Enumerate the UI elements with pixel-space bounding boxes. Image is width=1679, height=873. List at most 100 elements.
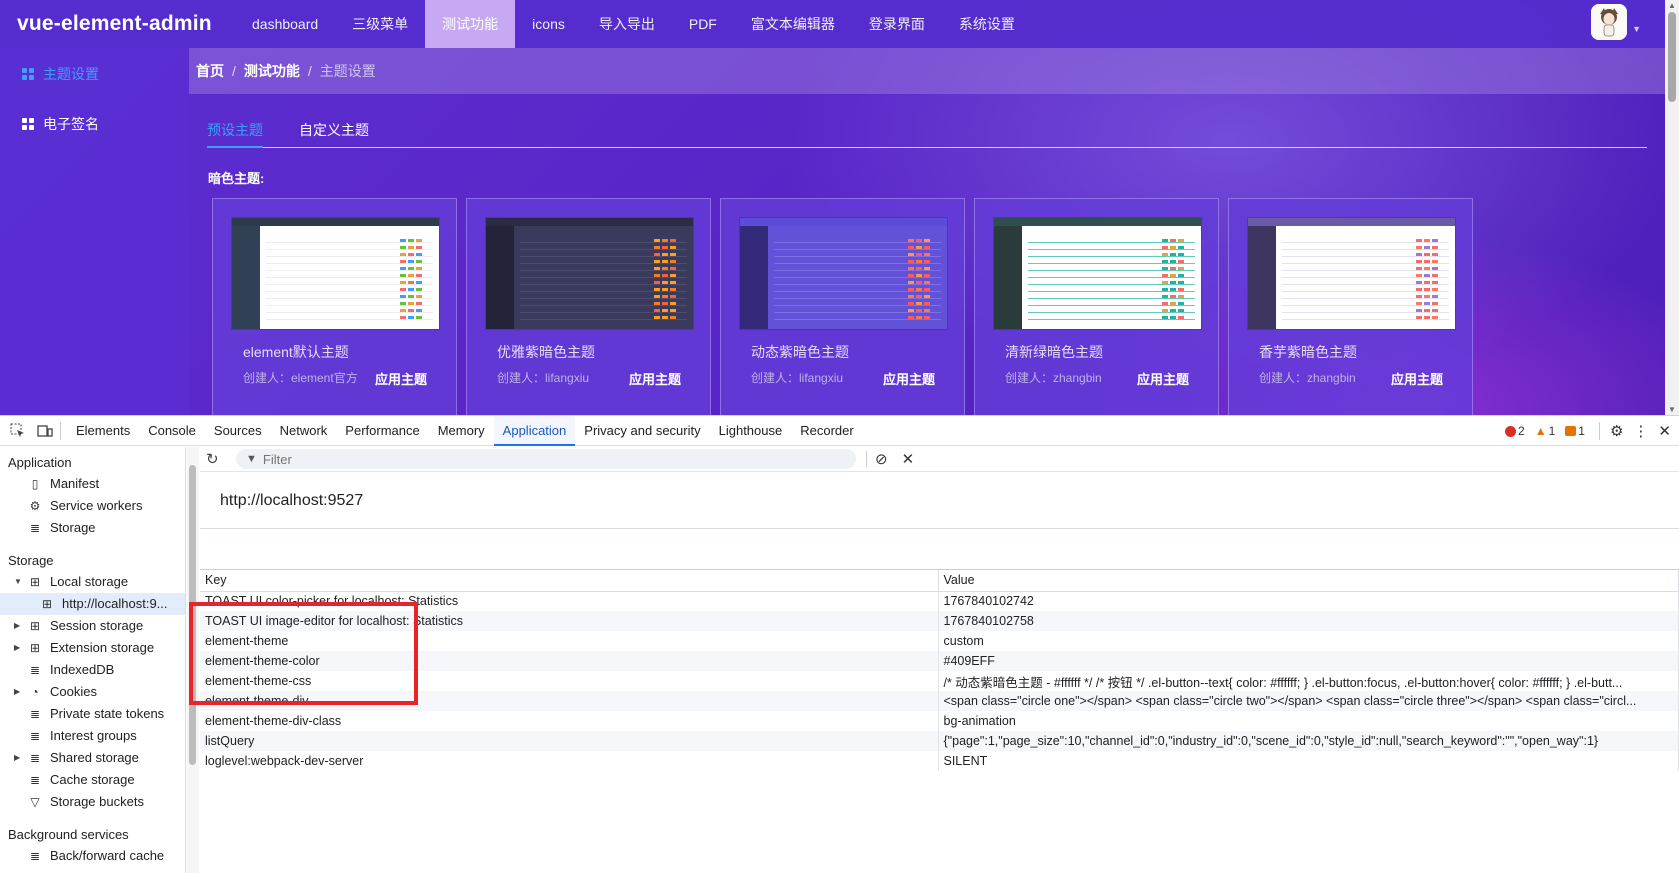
menu-item[interactable]: 导入导出 [582, 0, 672, 48]
expand-down-icon[interactable]: ▼ [14, 571, 22, 593]
gear-icon[interactable]: ⚙ [1610, 422, 1623, 440]
devtools-tab[interactable]: Sources [205, 416, 271, 446]
row-value[interactable]: {"page":1,"page_size":10,"channel_id":0,… [938, 731, 1679, 751]
sidebar-item[interactable]: ≣ Back/forward cache [0, 845, 185, 867]
more-options-icon[interactable]: ⋮ [1633, 422, 1648, 440]
refresh-icon[interactable]: ↻ [206, 450, 228, 468]
table-row[interactable]: element-theme custom [200, 631, 1679, 651]
menu-item[interactable]: PDF [672, 0, 734, 48]
delete-selected-icon[interactable]: ✕ [902, 450, 915, 468]
row-key[interactable]: element-theme-color [200, 651, 939, 671]
close-icon[interactable]: ✕ [1658, 422, 1671, 440]
table-row[interactable]: element-theme-div <span class="circle one… [200, 691, 1679, 711]
sidebar-item[interactable]: ▶ ⊞ Extension storage [0, 637, 185, 659]
clear-all-icon[interactable]: ⊘ [875, 450, 888, 468]
table-row[interactable]: loglevel:webpack-dev-server SILENT [200, 751, 1679, 771]
app-logo[interactable]: vue-element-admin [0, 12, 235, 36]
apply-theme-button[interactable]: 应用主题 [375, 369, 427, 388]
row-key[interactable]: TOAST UI image-editor for localhost: Sta… [200, 611, 939, 631]
sidebar-item[interactable]: ▯ Manifest [0, 473, 185, 495]
row-value[interactable]: bg-animation [938, 711, 1679, 731]
page-scrollbar[interactable]: ▲ ▼ [1665, 0, 1679, 415]
devtools-tab[interactable]: Application [493, 415, 576, 446]
sidebar-item[interactable]: ▶ ◔ Cookies [0, 681, 185, 703]
column-header-key[interactable]: Key [200, 570, 939, 592]
row-value[interactable]: #409EFF [938, 651, 1679, 671]
devtools-tab[interactable]: Performance [336, 416, 428, 446]
apply-theme-button[interactable]: 应用主题 [629, 369, 681, 388]
sidebar-item[interactable]: ▶ ≣ Shared storage [0, 747, 185, 769]
row-value[interactable]: 1767840102742 [938, 591, 1679, 611]
menu-item[interactable]: 登录界面 [852, 0, 942, 48]
expand-right-icon[interactable]: ▶ [14, 615, 20, 637]
error-count-badge[interactable]: 2 [1505, 424, 1525, 438]
device-toolbar-icon[interactable] [34, 420, 56, 442]
sidebar-item[interactable]: ≣ Storage [0, 517, 185, 539]
avatar[interactable] [1591, 4, 1627, 40]
filter-box[interactable]: ▼ [236, 449, 856, 469]
warning-count-badge[interactable]: ▲ 1 [1535, 424, 1556, 438]
scroll-up-icon[interactable]: ▲ [1668, 1, 1676, 10]
apply-theme-button[interactable]: 应用主题 [1137, 369, 1189, 388]
sidebar-item[interactable]: 主题设置 [0, 49, 189, 99]
devtools-tab[interactable]: Recorder [791, 416, 862, 446]
devtools-tab[interactable]: Memory [429, 416, 494, 446]
sidebar-item[interactable]: ≣ Cache storage [0, 769, 185, 791]
apply-theme-button[interactable]: 应用主题 [1391, 369, 1443, 388]
row-key[interactable]: element-theme [200, 631, 939, 651]
tab-theme[interactable]: 自定义主题 [299, 110, 369, 148]
row-value[interactable]: 1767840102758 [938, 611, 1679, 631]
sidebar-item[interactable]: ≣ Interest groups [0, 725, 185, 747]
filter-input[interactable] [262, 451, 823, 467]
breadcrumb-item[interactable]: 首页 [196, 61, 224, 81]
table-row[interactable]: TOAST UI color-picker for localhost: Sta… [200, 591, 1679, 611]
row-key[interactable]: TOAST UI color-picker for localhost: Sta… [200, 591, 939, 611]
sidebar-item[interactable]: ⊞ http://localhost:9... [0, 593, 185, 615]
sidebar-item[interactable]: ≣ Private state tokens [0, 703, 185, 725]
menu-item[interactable]: icons [515, 0, 582, 48]
expand-right-icon[interactable]: ▶ [14, 747, 20, 769]
menu-item[interactable]: dashboard [235, 0, 335, 48]
row-value[interactable]: /* 动态紫暗色主题 - #ffffff */ /* 按钮 */ .el-but… [938, 671, 1679, 691]
chevron-down-icon[interactable]: ▼ [1632, 24, 1641, 34]
sidebar-item[interactable]: ▶ ⊞ Session storage [0, 615, 185, 637]
menu-item[interactable]: 系统设置 [942, 0, 1032, 48]
tab-theme[interactable]: 预设主题 [207, 110, 263, 148]
apply-theme-button[interactable]: 应用主题 [883, 369, 935, 388]
issue-count-badge[interactable]: 1 [1565, 424, 1585, 438]
row-value[interactable]: <span class="circle one"></span> <span c… [938, 691, 1679, 711]
breadcrumb-item[interactable]: 测试功能 [244, 61, 300, 81]
menu-item[interactable]: 三级菜单 [335, 0, 425, 48]
row-key[interactable]: element-theme-css [200, 671, 939, 691]
row-key[interactable]: element-theme-div-class [200, 711, 939, 731]
sidebar-item[interactable]: ≣ IndexedDB [0, 659, 185, 681]
row-key[interactable]: listQuery [200, 731, 939, 751]
scroll-down-icon[interactable]: ▼ [1668, 405, 1676, 414]
sidebar-item[interactable]: ▽ Storage buckets [0, 791, 185, 813]
devtools-tab[interactable]: Console [139, 416, 205, 446]
column-header-value[interactable]: Value [938, 570, 1679, 592]
row-value[interactable]: SILENT [938, 751, 1679, 771]
devtools-tab[interactable]: Network [271, 416, 337, 446]
scrollbar-thumb[interactable] [189, 465, 196, 765]
table-row[interactable]: element-theme-css/* 动态紫暗色主题 - #ffffff */… [200, 671, 1679, 691]
menu-item[interactable]: 富文本编辑器 [734, 0, 852, 48]
scrollbar-thumb[interactable] [1668, 12, 1676, 102]
row-value[interactable]: custom [938, 631, 1679, 651]
expand-right-icon[interactable]: ▶ [14, 637, 20, 659]
table-row[interactable]: element-theme-color #409EFF [200, 651, 1679, 671]
sidebar-item[interactable]: ⚙ Service workers [0, 495, 185, 517]
devtools-tab[interactable]: Lighthouse [710, 416, 792, 446]
sidebar-item[interactable]: 电子签名 [0, 99, 189, 149]
devtools-tab[interactable]: Privacy and security [575, 416, 709, 446]
devtools-tab[interactable]: Elements [67, 416, 139, 446]
expand-right-icon[interactable]: ▶ [14, 681, 20, 703]
row-key[interactable]: loglevel:webpack-dev-server [200, 751, 939, 771]
inspect-element-icon[interactable] [6, 420, 28, 442]
sidebar-item[interactable]: ▼ ⊞ Local storage [0, 571, 185, 593]
table-row[interactable]: element-theme-div-class bg-animation [200, 711, 1679, 731]
sidebar-scrollbar[interactable] [187, 447, 199, 873]
table-row[interactable]: TOAST UI image-editor for localhost: Sta… [200, 611, 1679, 631]
table-row[interactable]: listQuery {"page":1,"page_size":10,"chann… [200, 731, 1679, 751]
row-key[interactable]: element-theme-div [200, 691, 939, 711]
